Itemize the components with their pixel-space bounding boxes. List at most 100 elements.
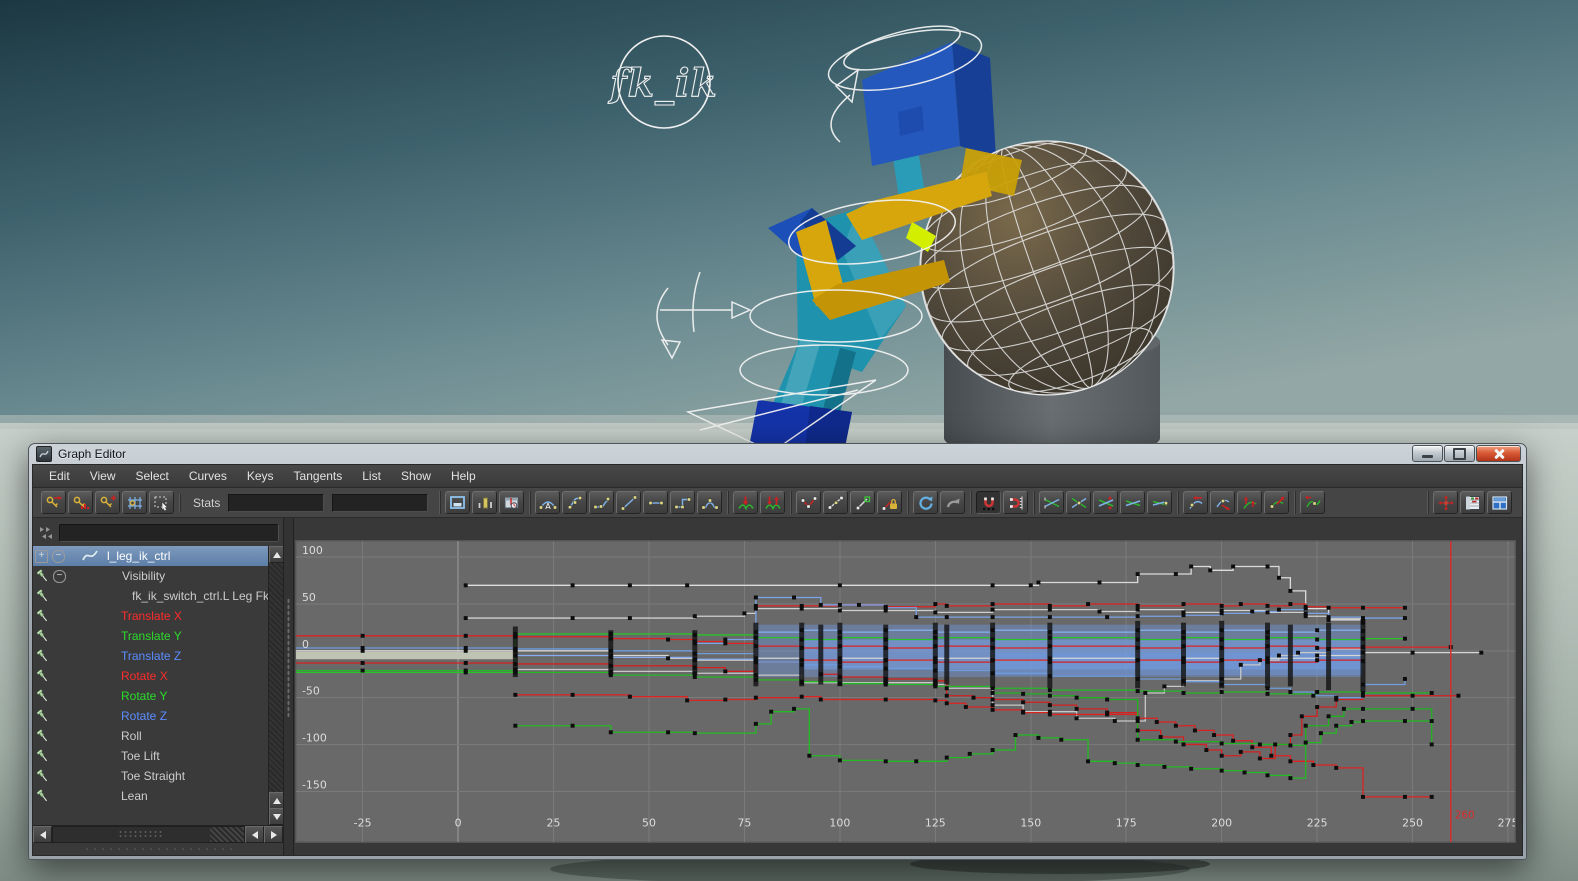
scroll-left-button[interactable] [33, 826, 52, 843]
time-snap-button[interactable] [976, 491, 1002, 514]
break-tangents-button[interactable] [796, 491, 822, 514]
panel-splitter[interactable] [283, 518, 294, 855]
tree-row-translate-y[interactable]: Translate Y [33, 626, 269, 646]
pin-icon[interactable] [35, 728, 49, 744]
post-infinity-cycle-offset-button[interactable] [1147, 491, 1173, 514]
close-button[interactable] [1476, 445, 1521, 462]
pin-icon[interactable] [35, 708, 49, 724]
scroll-up-button-2[interactable] [269, 792, 283, 809]
lattice-deform-keys-tool-button[interactable] [122, 491, 147, 514]
insert-keys-tool-button[interactable] [68, 491, 93, 514]
tree-row-fk-ik-switch-ctrl-l-leg-fk[interactable]: fk_ik_switch_ctrl.L Leg Fk [33, 586, 269, 606]
disable-stacked-view-icon [1270, 496, 1285, 508]
center-current-time-button[interactable] [472, 491, 498, 514]
display-infinity-button[interactable] [1300, 491, 1326, 514]
menu-tangents[interactable]: Tangents [284, 465, 353, 487]
menu-help[interactable]: Help [441, 465, 486, 487]
minimize-button[interactable] [1412, 445, 1443, 462]
tree-horizontal-scrollbar[interactable] [33, 825, 283, 843]
tree-row-toe-straight[interactable]: Toe Straight [33, 766, 269, 786]
pre-infinity-cycle-button[interactable] [1039, 491, 1065, 514]
panel-resize-grip[interactable] [33, 843, 283, 855]
tree-row-rotate-z[interactable]: Rotate Z [33, 706, 269, 726]
region-select-keys-tool-button[interactable] [149, 491, 174, 514]
menu-select[interactable]: Select [125, 465, 178, 487]
pin-icon[interactable] [35, 628, 49, 644]
tree-row-toe-lift[interactable]: Toe Lift [33, 746, 269, 766]
pin-icon[interactable] [35, 588, 49, 604]
frame-all-button[interactable] [445, 491, 471, 514]
step-tangents-button[interactable] [670, 491, 696, 514]
pin-icon[interactable] [35, 748, 49, 764]
scroll-up-button[interactable] [269, 546, 283, 563]
svg-text:25: 25 [547, 816, 561, 829]
infinity-oscillate-button[interactable] [1093, 491, 1119, 514]
tree-row-visibility[interactable]: − Visibility [33, 566, 269, 586]
graph-canvas[interactable]: 100 50 0 -50 -100 -150 -25 0 25 50 75 100 125 150 175 2… [296, 541, 1515, 842]
panel-layout-button[interactable] [1487, 491, 1512, 514]
lock-tangent-weight-button[interactable] [877, 491, 903, 514]
flat-tangents-button[interactable] [643, 491, 669, 514]
linear-tangents-button[interactable] [616, 491, 642, 514]
menu-view[interactable]: View [80, 465, 126, 487]
anim-curve-white-top[interactable] [465, 565, 1364, 623]
free-tangent-weight-button[interactable] [850, 491, 876, 514]
value-snap-button[interactable] [1003, 491, 1029, 514]
hierarchy-filter-icon[interactable] [36, 524, 56, 542]
tree-row-l-leg-ik-ctrl[interactable]: + − l_leg_ik_ctrl [33, 546, 269, 566]
menu-show[interactable]: Show [391, 465, 441, 487]
load-graph-button[interactable] [940, 491, 966, 514]
open-dope-sheet-button[interactable] [1460, 491, 1485, 514]
tree-row-lean[interactable]: Lean [33, 786, 269, 806]
pin-icon[interactable] [35, 568, 49, 584]
swap-buffer-curves-button[interactable] [760, 491, 786, 514]
frame-playback-range-button[interactable] [499, 491, 525, 514]
graph-view[interactable]: 100 50 0 -50 -100 -150 -25 0 25 50 75 100 125 150 175 2… [295, 540, 1516, 843]
pre-infinity-cycle-offset-button[interactable] [1066, 491, 1092, 514]
tree-vertical-scrollbar[interactable] [268, 546, 283, 825]
pin-icon[interactable] [35, 788, 49, 804]
pin-icon[interactable] [35, 608, 49, 624]
enable-stacked-view-button[interactable] [1237, 491, 1263, 514]
disable-normalized-view-button[interactable] [1210, 491, 1236, 514]
unify-tangents-icon [828, 495, 844, 509]
pin-icon[interactable] [35, 688, 49, 704]
tree-row-rotate-x[interactable]: Rotate X [33, 666, 269, 686]
auto-load-graph-button[interactable] [913, 491, 939, 514]
collapse-box[interactable]: − [52, 549, 65, 563]
pin-icon[interactable] [35, 768, 49, 784]
scroll-right-button[interactable] [264, 826, 283, 843]
disable-stacked-view-button[interactable] [1264, 491, 1290, 514]
title-bar[interactable]: Graph Editor [28, 443, 1527, 464]
collapse-box[interactable]: − [53, 569, 66, 583]
channel-search-input[interactable] [59, 524, 279, 542]
buffer-curve-snapshot-button[interactable] [733, 491, 759, 514]
tree-row-roll[interactable]: Roll [33, 726, 269, 746]
post-infinity-cycle-button[interactable] [1120, 491, 1146, 514]
pin-icon[interactable] [35, 668, 49, 684]
move-nearest-picked-key-tool-button[interactable] [41, 491, 66, 514]
anim-curve-green-low[interactable] [515, 708, 1432, 779]
expand-all-box[interactable]: + [35, 549, 48, 563]
tree-row-rotate-y[interactable]: Rotate Y [33, 686, 269, 706]
scroll-left-button-2[interactable] [245, 826, 264, 843]
menu-keys[interactable]: Keys [237, 465, 284, 487]
stats-field-1[interactable] [228, 493, 325, 512]
clamped-tangents-button[interactable] [589, 491, 615, 514]
maximize-button[interactable] [1444, 445, 1475, 462]
enable-normalized-view-button[interactable] [1183, 491, 1209, 514]
menu-list[interactable]: List [352, 465, 391, 487]
plateau-tangents-button[interactable] [697, 491, 723, 514]
tree-row-translate-x[interactable]: Translate X [33, 606, 269, 626]
menu-curves[interactable]: Curves [179, 465, 237, 487]
auto-tangents-button[interactable]: A [535, 491, 561, 514]
tree-row-translate-z[interactable]: Translate Z [33, 646, 269, 666]
spline-tangents-button[interactable] [562, 491, 588, 514]
scroll-down-button[interactable] [269, 808, 283, 825]
stats-field-2[interactable] [332, 493, 429, 512]
menu-edit[interactable]: Edit [39, 465, 80, 487]
unify-tangents-button[interactable] [823, 491, 849, 514]
move-key-tool-button[interactable] [1433, 491, 1458, 514]
add-keys-tool-button[interactable] [95, 491, 120, 514]
pin-icon[interactable] [35, 648, 49, 664]
